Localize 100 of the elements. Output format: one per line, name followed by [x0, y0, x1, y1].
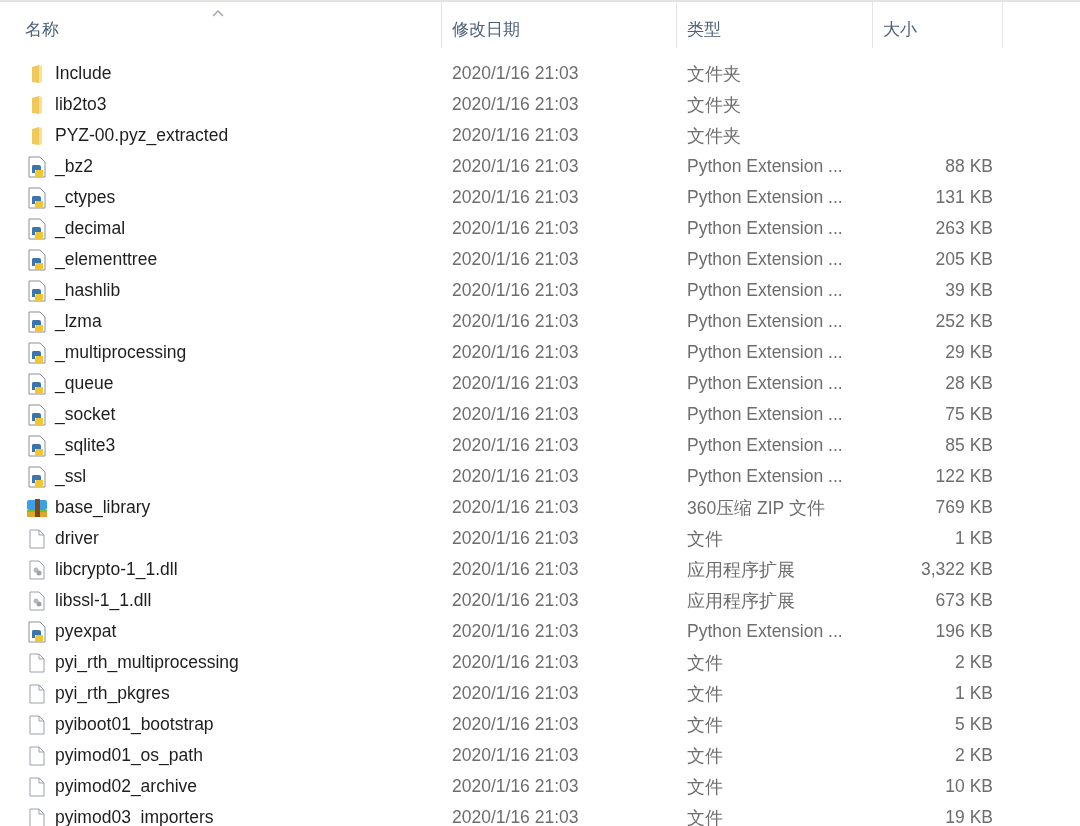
file-icon [26, 528, 48, 549]
file-size: 769 KB [935, 497, 993, 517]
file-size: 673 KB [935, 590, 993, 610]
file-name[interactable]: _ctypes [55, 187, 116, 208]
file-type: Python Extension ... [686, 280, 844, 301]
file-name[interactable]: pyimod03_importers [55, 807, 214, 826]
dll-file-icon [26, 590, 48, 611]
file-type: Python Extension ... [686, 187, 844, 208]
column-header[interactable]: 大小 [873, 2, 1003, 48]
python-file-icon [26, 620, 48, 643]
file-type: Python Extension ... [686, 466, 844, 487]
file-icon [26, 745, 48, 766]
modified-date: 2020/1/16 21:03 [451, 559, 580, 580]
file-size: 39 KB [945, 280, 993, 300]
file-size: 2 KB [955, 745, 993, 765]
file-name[interactable]: libssl-1_1.dll [55, 590, 152, 611]
file-type: Python Extension ... [686, 404, 844, 425]
file-size: 75 KB [945, 404, 993, 424]
file-name[interactable]: _queue [55, 373, 114, 394]
python-file-icon [26, 186, 48, 209]
python-file-icon [26, 279, 48, 302]
modified-date: 2020/1/16 21:03 [451, 435, 580, 456]
file-type: 应用程序扩展 [686, 589, 796, 613]
column-header[interactable]: 类型 [677, 2, 873, 48]
file-name[interactable]: libcrypto-1_1.dll [55, 559, 178, 580]
file-size: 29 KB [945, 342, 993, 362]
modified-date: 2020/1/16 21:03 [451, 94, 580, 115]
file-type: 文件 [686, 775, 724, 799]
file-type: 文件 [686, 806, 724, 826]
modified-date: 2020/1/16 21:03 [451, 528, 580, 549]
column-header[interactable]: 修改日期 [442, 2, 677, 48]
file-icon [26, 652, 48, 673]
file-name[interactable]: _ssl [55, 466, 87, 487]
file-size: 19 KB [945, 807, 993, 826]
file-name[interactable]: pyi_rth_pkgres [55, 683, 170, 704]
file-type: 文件 [686, 527, 724, 551]
modified-date: 2020/1/16 21:03 [451, 125, 580, 146]
file-name[interactable]: pyimod01_os_path [55, 745, 203, 766]
file-size: 263 KB [935, 218, 993, 238]
file-size: 1 KB [955, 528, 993, 548]
modified-date: 2020/1/16 21:03 [451, 156, 580, 177]
file-name[interactable]: _multiprocessing [55, 342, 187, 363]
file-name[interactable]: lib2to3 [55, 94, 107, 115]
modified-date: 2020/1/16 21:03 [451, 745, 580, 766]
modified-date: 2020/1/16 21:03 [451, 714, 580, 735]
column-header[interactable]: 名称 [0, 2, 442, 48]
file-name[interactable]: pyimod02_archive [55, 776, 198, 797]
file-type: Python Extension ... [686, 249, 844, 270]
modified-date: 2020/1/16 21:03 [451, 342, 580, 363]
file-size: 5 KB [955, 714, 993, 734]
file-name[interactable]: base_library [55, 497, 151, 518]
python-file-icon [26, 434, 48, 457]
file-size: 196 KB [935, 621, 993, 641]
file-size: 252 KB [935, 311, 993, 331]
file-type: 文件 [686, 713, 724, 737]
file-name[interactable]: _decimal [55, 218, 126, 239]
file-icon [26, 683, 48, 704]
file-type: Python Extension ... [686, 156, 844, 177]
file-name[interactable]: Include [55, 63, 112, 84]
file-name[interactable]: _hashlib [55, 280, 121, 301]
file-type: Python Extension ... [686, 621, 844, 642]
file-icon [26, 714, 48, 735]
file-type: Python Extension ... [686, 311, 844, 332]
file-name[interactable]: driver [55, 528, 99, 549]
modified-date: 2020/1/16 21:03 [451, 776, 580, 797]
file-type: 文件 [686, 682, 724, 706]
file-type: 文件夹 [686, 93, 742, 117]
file-name[interactable]: pyexpat [55, 621, 117, 642]
sort-caret-icon [211, 10, 224, 17]
file-name[interactable]: _bz2 [55, 156, 93, 177]
file-size: 122 KB [935, 466, 993, 486]
python-file-icon [26, 403, 48, 426]
file-name[interactable]: _socket [55, 404, 116, 425]
file-type: Python Extension ... [686, 218, 844, 239]
file-name[interactable]: pyiboot01_bootstrap [55, 714, 214, 735]
file-size: 28 KB [945, 373, 993, 393]
file-size: 10 KB [945, 776, 993, 796]
file-size: 85 KB [945, 435, 993, 455]
file-name[interactable]: pyi_rth_multiprocessing [55, 652, 239, 673]
modified-date: 2020/1/16 21:03 [451, 187, 580, 208]
modified-date: 2020/1/16 21:03 [451, 404, 580, 425]
modified-date: 2020/1/16 21:03 [451, 249, 580, 270]
modified-date: 2020/1/16 21:03 [451, 466, 580, 487]
file-name[interactable]: PYZ-00.pyz_extracted [55, 125, 229, 146]
file-name[interactable]: _lzma [55, 311, 102, 332]
file-name[interactable]: _sqlite3 [55, 435, 116, 456]
file-size: 3,322 KB [921, 559, 993, 579]
file-icon [26, 776, 48, 797]
file-size: 88 KB [945, 156, 993, 176]
modified-date: 2020/1/16 21:03 [451, 280, 580, 301]
file-name[interactable]: _elementtree [55, 249, 158, 270]
python-file-icon [26, 217, 48, 240]
file-type: Python Extension ... [686, 342, 844, 363]
file-type: 应用程序扩展 [686, 558, 796, 582]
file-size: 205 KB [935, 249, 993, 269]
file-size: 1 KB [955, 683, 993, 703]
modified-date: 2020/1/16 21:03 [451, 807, 580, 826]
modified-date: 2020/1/16 21:03 [451, 590, 580, 611]
file-type: 360压缩 ZIP 文件 [686, 496, 826, 520]
modified-date: 2020/1/16 21:03 [451, 373, 580, 394]
